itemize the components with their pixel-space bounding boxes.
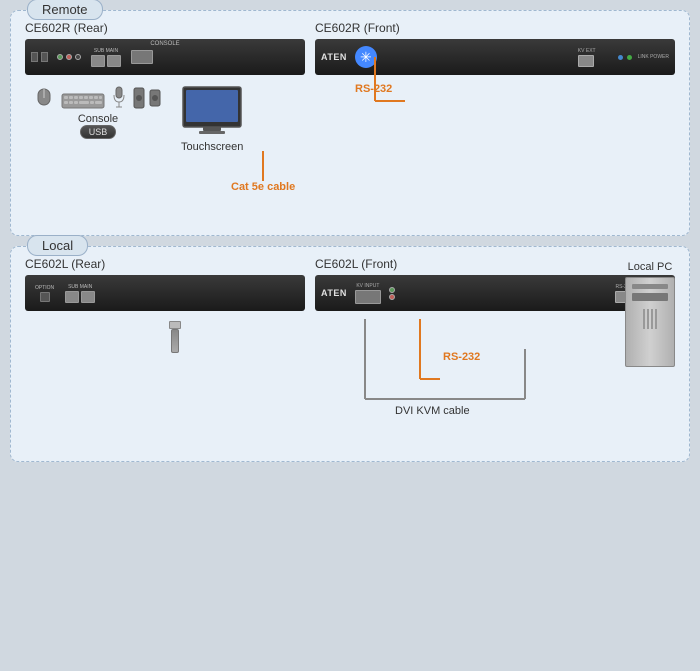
vga-port-front <box>578 55 594 67</box>
local-audio-green <box>389 287 395 293</box>
local-rear-bar: OPTION SUB MAIN <box>25 275 305 311</box>
pc-tower <box>625 277 675 367</box>
audio-port-green <box>57 54 63 60</box>
option-label: OPTION <box>35 285 54 291</box>
power-led <box>627 55 632 60</box>
local-pc-label: Local PC <box>628 261 673 273</box>
aten-logo-local: ATEN <box>321 288 347 298</box>
console-bar-label: CONSOLE <box>150 41 179 47</box>
dvi-input-label: KV INPUT <box>356 283 379 289</box>
mic-icon <box>113 85 125 109</box>
front-star-button[interactable]: ✳ <box>355 46 377 68</box>
usb-plug <box>169 321 181 329</box>
monitor-icon <box>181 85 243 137</box>
local-left-panel: CE602L (Rear) OPTION SUB MAIN <box>25 257 305 447</box>
audio-port-black <box>75 54 81 60</box>
remote-right-panel: CE602R (Front) ATEN ✳ KV EXT <box>315 21 675 221</box>
usb-port-1 <box>31 52 38 62</box>
cat5e-area: Cat 5e cable <box>231 151 295 193</box>
local-rj45-label: SUB MAIN <box>68 284 92 290</box>
local-rj45-sub <box>65 291 79 303</box>
usb-dongle <box>171 329 179 353</box>
usb-dongle-area <box>45 321 305 353</box>
rj45-label: SUB MAIN <box>94 48 118 54</box>
link-label: LINK POWER <box>638 54 669 60</box>
remote-rs232-label: RS-232 <box>355 83 392 95</box>
pc-vent-line-4 <box>655 309 657 329</box>
remote-rear-title: CE602R (Rear) <box>25 21 305 35</box>
rj45-port-sub <box>91 55 105 67</box>
speakers-icon <box>133 87 161 109</box>
local-label: Local <box>27 235 88 256</box>
local-section: Local CE602L (Rear) OPTION SUB MAIN <box>10 246 690 462</box>
dvi-port <box>131 50 153 64</box>
local-rear-title: CE602L (Rear) <box>25 257 305 271</box>
local-cable-svg <box>315 319 675 439</box>
aten-logo-remote: ATEN <box>321 52 347 62</box>
kv-ext-label: KV EXT <box>578 48 596 54</box>
remote-front-title: CE602R (Front) <box>315 21 675 35</box>
cat5e-line-top <box>262 151 264 181</box>
usb-badge: USB <box>80 125 117 139</box>
audio-port-pink <box>66 54 72 60</box>
local-inner: CE602L (Rear) OPTION SUB MAIN <box>25 257 675 447</box>
remote-rear-bar: CONSOLE SUB MAIN <box>25 39 305 75</box>
mouse-icon <box>35 85 53 109</box>
usb-port-2 <box>41 52 48 62</box>
dvi-kvm-label-local: DVI KVM cable <box>395 403 470 417</box>
local-pc-area: Local PC <box>625 257 675 367</box>
console-icon-row <box>35 85 161 109</box>
rs232-label-local: RS-232 <box>443 349 480 363</box>
local-cables-area: RS-232 DVI KVM cable <box>315 319 675 439</box>
local-rj45-main <box>81 291 95 303</box>
pc-drive-1 <box>632 284 668 289</box>
link-led <box>618 55 623 60</box>
console-block: Console USB <box>35 85 161 153</box>
pc-vent-line-3 <box>651 309 653 329</box>
remote-front-bar: ATEN ✳ KV EXT <box>315 39 675 75</box>
local-front-title: CE602L (Front) <box>315 257 675 271</box>
option-port <box>40 292 50 302</box>
local-dvi-port <box>355 290 381 304</box>
remote-label: Remote <box>27 0 103 20</box>
local-audio-pink <box>389 294 395 300</box>
pc-vent-line-1 <box>643 309 645 329</box>
remote-inner: CE602R (Rear) CONSOLE SUB MAIN <box>25 21 675 221</box>
rj45-port-main <box>107 55 121 67</box>
pc-vent <box>643 309 657 329</box>
main-container: Remote CE602R (Rear) CONSOLE <box>10 10 690 462</box>
pc-drive-2 <box>632 293 668 301</box>
console-label: Console <box>78 113 118 125</box>
cat5e-label-text: Cat 5e cable <box>231 181 295 193</box>
touchscreen-block: Touchscreen <box>181 85 243 153</box>
local-right-panel: CE602L (Front) ATEN KV INPUT <box>315 257 675 447</box>
keyboard-icon <box>61 93 105 109</box>
remote-section: Remote CE602R (Rear) CONSOLE <box>10 10 690 236</box>
pc-vent-line-2 <box>647 309 649 329</box>
local-front-bar: ATEN KV INPUT RS-232 <box>315 275 675 311</box>
below-bar-remote: Console USB Touchscreen <box>25 85 305 153</box>
